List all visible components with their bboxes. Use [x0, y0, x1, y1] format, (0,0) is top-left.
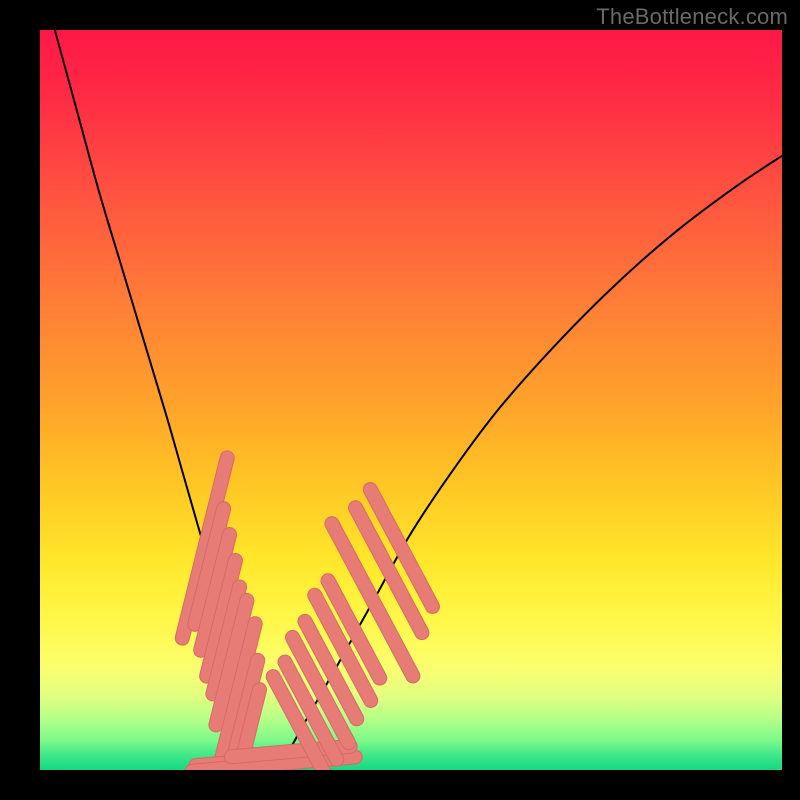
- bottleneck-v-curve: [55, 30, 782, 766]
- watermark-label: TheBottleneck.com: [596, 4, 788, 30]
- outer-frame: TheBottleneck.com: [0, 0, 800, 800]
- curve-markers: [174, 449, 442, 770]
- bottleneck-curve-svg: [40, 30, 782, 770]
- plot-area: [40, 30, 782, 770]
